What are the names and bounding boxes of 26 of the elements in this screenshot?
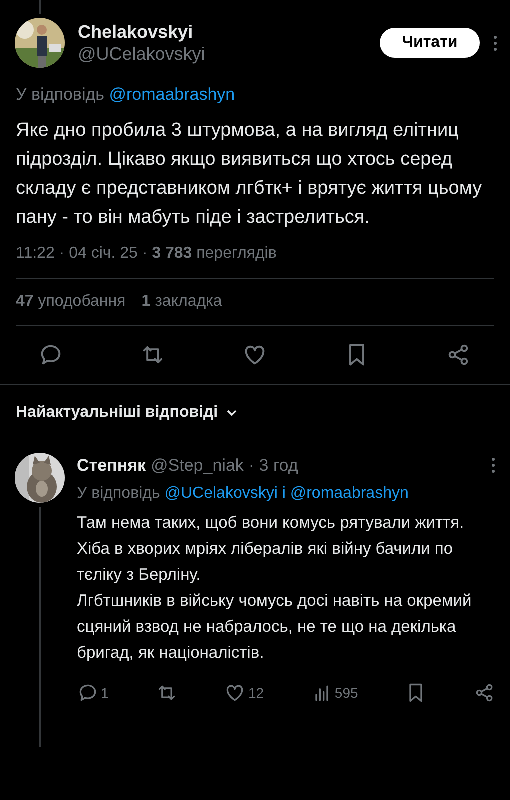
stat-count[interactable]: 47 уподобання bbox=[16, 290, 126, 314]
more-options-icon[interactable] bbox=[492, 458, 496, 473]
post-time: · 3 год bbox=[248, 454, 298, 476]
mention-link[interactable]: @romaabrashyn bbox=[109, 85, 236, 104]
reply-to-line: У відповідь @romaabrashyn bbox=[15, 84, 236, 106]
tweet-meta: 11:22 · 04 січ. 25 · 3 783 переглядів bbox=[15, 244, 278, 264]
follow-button[interactable]: Читати bbox=[380, 28, 480, 58]
tweet-text: Яке дно пробила 3 штурмова, а на вигляд елітниц підрозділ. Цікаво якщо виявиться що хтось серед складу є представником лгбтк+ і врятує життя цьому пану - то він мабуть піде і застрелиться. bbox=[15, 118, 484, 230]
reply-text: Там нема таких, щоб вони комусь рятували життя. bbox=[77, 513, 466, 534]
more-options-icon[interactable] bbox=[494, 36, 498, 50]
action-count: 1 bbox=[101, 684, 109, 702]
stat-count[interactable]: 1 закладка bbox=[142, 290, 222, 314]
reply-text: Хіба в хворих мріях лібералів які війну бачили по тєліку з Берліну. bbox=[77, 539, 454, 586]
reply-icon[interactable] bbox=[77, 682, 99, 704]
mention-link[interactable]: @UCelakovskyi bbox=[164, 485, 278, 502]
author-name: Степняк bbox=[77, 454, 146, 476]
action-count: 12 bbox=[248, 684, 264, 702]
reply-to-line: У відповідь @UCelakovskyi і @romaabrashyn bbox=[77, 484, 410, 504]
author-handle: @UCelakovskyi bbox=[78, 43, 206, 65]
reply-text: Лгбтшників в війську чомусь досі навіть на окремий сцяний взвод не набралось, не те що на декілька бригад, як націоналістів. bbox=[77, 591, 473, 664]
mention-link[interactable]: @romaabrashyn bbox=[290, 485, 409, 502]
author-handle: @Step_niak bbox=[151, 454, 244, 476]
author-name: Chelakovskyi bbox=[78, 21, 194, 43]
action-count: 595 bbox=[334, 684, 358, 702]
conjunction: і bbox=[281, 485, 287, 502]
sort-replies-dropdown[interactable]: Найактуальніші відповіді bbox=[16, 400, 238, 424]
